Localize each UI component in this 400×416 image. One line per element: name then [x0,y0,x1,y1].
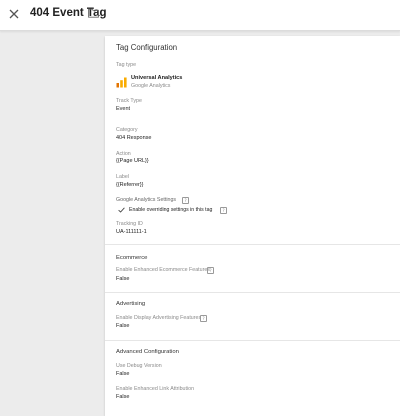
category-value: 404 Response [116,135,152,141]
debug-version-value: False [116,371,130,377]
link-attribution-label: Enable Enhanced Link Attribution [116,386,195,392]
override-settings-label[interactable]: Enable overriding settings in this tag [129,207,212,213]
divider [105,244,400,245]
advertising-section-title: Advertising [116,301,146,307]
advanced-section-title: Advanced Configuration [116,349,179,355]
divider [105,292,400,293]
track-type-label: Track Type [116,98,142,104]
tracking-id-value: UA-111111-1 [116,229,147,235]
display-advertising-label: Enable Display Advertising Features [116,315,202,321]
tag-configuration-card[interactable]: Tag Configuration Tag type Universal Ana… [105,36,400,416]
enhanced-ecommerce-label: Enable Enhanced Ecommerce Features [116,267,210,273]
help-icon[interactable]: ? [200,315,207,322]
folder-icon[interactable] [88,8,99,18]
ecommerce-section-title: Ecommerce [116,255,148,261]
track-type-value: Event [116,106,131,112]
label-label: Label [116,174,129,180]
close-icon[interactable] [6,6,22,22]
help-icon[interactable]: ? [207,267,214,274]
card-title: Tag Configuration [116,43,178,52]
action-value: {{Page URL}} [116,158,149,164]
tag-type-name: Universal Analytics [131,75,183,81]
help-icon[interactable]: ? [182,197,189,204]
display-advertising-value: False [116,323,130,329]
tag-type-label: Tag type [116,62,137,68]
check-icon[interactable] [118,207,125,213]
link-attribution-value: False [116,394,130,400]
category-label: Category [116,127,138,133]
left-background [0,31,105,408]
debug-version-label: Use Debug Version [116,363,162,369]
tracking-id-label: Tracking ID [116,221,143,227]
tag-header: 404 Event Tag [0,0,400,31]
enhanced-ecommerce-value: False [116,276,130,282]
label-value: {{Referrer}} [116,182,144,188]
universal-analytics-logo [116,77,127,88]
tag-type-vendor: Google Analytics [131,83,171,89]
action-label: Action [116,151,131,157]
help-icon[interactable]: ? [220,207,227,214]
divider [105,340,400,341]
ga-settings-label: Google Analytics Settings [116,197,177,203]
